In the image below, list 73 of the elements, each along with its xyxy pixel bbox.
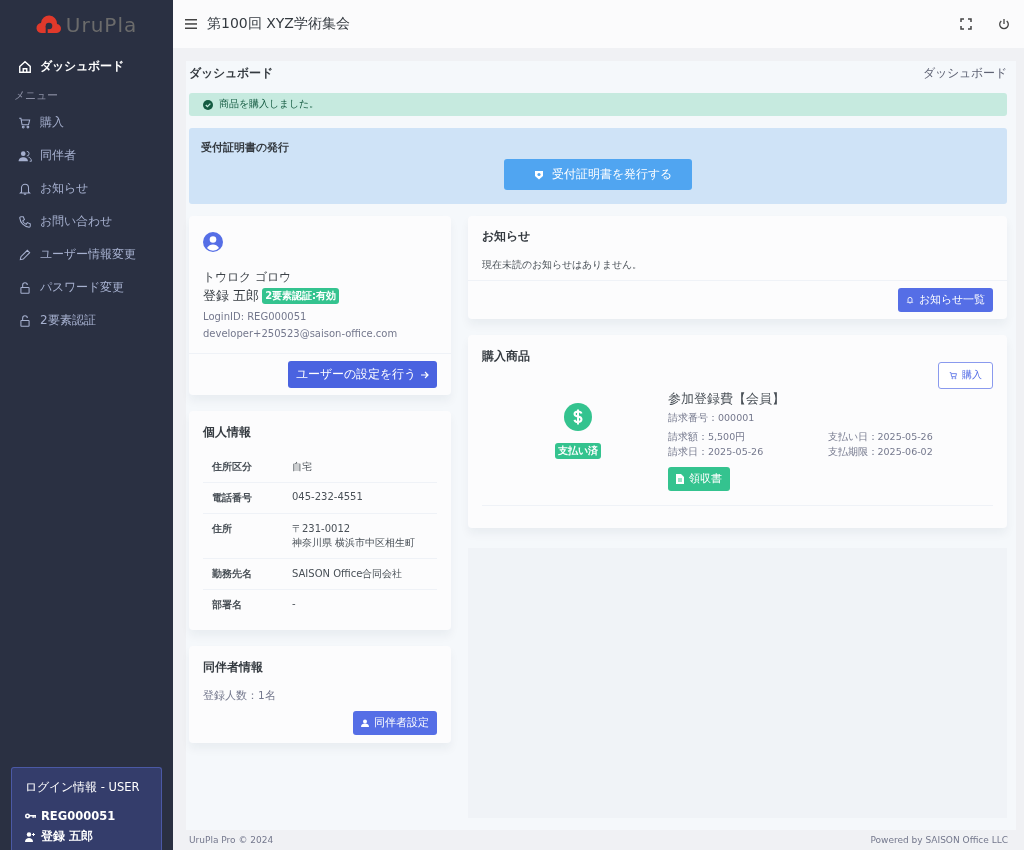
breadcrumb[interactable]: ダッシュボード xyxy=(923,64,1007,82)
field-value: SAISON Office合同会社 xyxy=(283,558,437,590)
field-value: - xyxy=(283,589,437,620)
menu-heading: メニュー xyxy=(13,88,59,103)
pencil-icon xyxy=(18,247,32,262)
sidebar-item[interactable]: 同伴者 xyxy=(0,139,173,172)
card-title: 同伴者情報 xyxy=(203,660,264,675)
field-value: 〒231-0012 神奈川県 横浜市中区相生町 xyxy=(283,513,437,559)
lock-icon xyxy=(18,280,32,295)
sidebar-item[interactable]: パスワード変更 xyxy=(0,271,173,304)
login-info-title: ログイン情報 - USER xyxy=(25,780,141,795)
login-id: REG000051 xyxy=(41,809,116,823)
two-factor-badge: 2要素認証:有効 xyxy=(262,288,340,304)
menu-icon[interactable] xyxy=(185,19,197,29)
copyright: UruPla Pro © 2024 xyxy=(189,835,274,845)
payment-date: 支払い日：2025-05-26 xyxy=(827,431,934,444)
sidebar-item[interactable]: お知らせ xyxy=(0,172,173,205)
user-name: 登録 五郎 xyxy=(203,287,260,305)
alert-message: 商品を購入しました。 xyxy=(219,98,319,111)
notice-message: 現在未読のお知らせはありません。 xyxy=(482,259,643,272)
page-title: ダッシュボード xyxy=(189,65,273,81)
card-title: 購入商品 xyxy=(482,349,531,364)
email: developer+250523@saison-office.com xyxy=(203,328,399,339)
check-circle-icon xyxy=(203,99,213,110)
field-value: 自宅 xyxy=(283,452,437,483)
card-title: 個人情報 xyxy=(203,425,252,440)
cart-icon xyxy=(18,115,32,130)
powered-by: Powered by SAISON Office LLC xyxy=(870,835,1008,845)
sidebar-item[interactable]: ユーザー情報変更 xyxy=(0,238,173,271)
invoice-amount: 請求額：5,500円 xyxy=(668,431,747,444)
document-icon xyxy=(676,474,684,484)
field-label: 住所 xyxy=(203,513,283,559)
sidebar-item[interactable]: お問い合わせ xyxy=(0,205,173,238)
field-label: 部署名 xyxy=(203,589,283,620)
key-icon xyxy=(25,812,36,820)
cart-icon xyxy=(949,371,958,380)
companion-count: 登録人数：1名 xyxy=(203,689,277,703)
bell-icon xyxy=(906,296,914,304)
product-name: 参加登録費【会員】 xyxy=(668,391,786,408)
card-title: お知らせ xyxy=(482,229,531,244)
login-id: LoginID: REG000051 xyxy=(203,311,308,322)
sidebar-item[interactable]: ダッシュボード xyxy=(0,50,173,83)
invoice-number: 請求番号：000001 xyxy=(668,412,756,425)
user-avatar-icon xyxy=(203,232,223,252)
login-name: 登録 五郎 xyxy=(41,829,93,844)
notice-list-button[interactable]: お知らせ一覧 xyxy=(898,288,993,312)
sidebar-item[interactable]: 購入 xyxy=(0,106,173,139)
dollar-icon xyxy=(564,403,592,431)
field-label: 勤務先名 xyxy=(203,558,283,590)
certificate-title: 受付証明書の発行 xyxy=(201,140,290,155)
due-date: 支払期限：2025-06-02 xyxy=(827,446,934,459)
logo-icon xyxy=(35,15,62,35)
users-icon xyxy=(18,148,32,163)
field-value: 045-232-4551 xyxy=(283,482,437,514)
logo-text: UruPla xyxy=(65,13,138,37)
lock-icon xyxy=(18,313,32,328)
sidebar-item[interactable]: 2要素認証 xyxy=(0,304,173,337)
name-kana: トウロク ゴロウ xyxy=(203,270,292,285)
user-icon xyxy=(25,831,36,842)
phone-icon xyxy=(18,214,32,229)
buy-button[interactable]: 購入 xyxy=(938,362,993,389)
invoice-date: 請求日：2025-05-26 xyxy=(668,446,765,459)
field-label: 住所区分 xyxy=(203,452,283,483)
home-icon xyxy=(18,59,32,74)
user-icon xyxy=(361,719,369,727)
arrow-right-icon xyxy=(421,370,429,379)
user-settings-button[interactable]: ユーザーの設定を行う xyxy=(288,361,437,388)
event-title: 第100回 XYZ学術集会 xyxy=(207,15,351,33)
bell-icon xyxy=(18,181,32,196)
field-label: 電話番号 xyxy=(203,482,283,514)
companion-settings-button[interactable]: 同伴者設定 xyxy=(353,711,437,735)
badge-icon xyxy=(534,169,544,180)
payment-status-badge: 支払い済 xyxy=(555,443,601,459)
